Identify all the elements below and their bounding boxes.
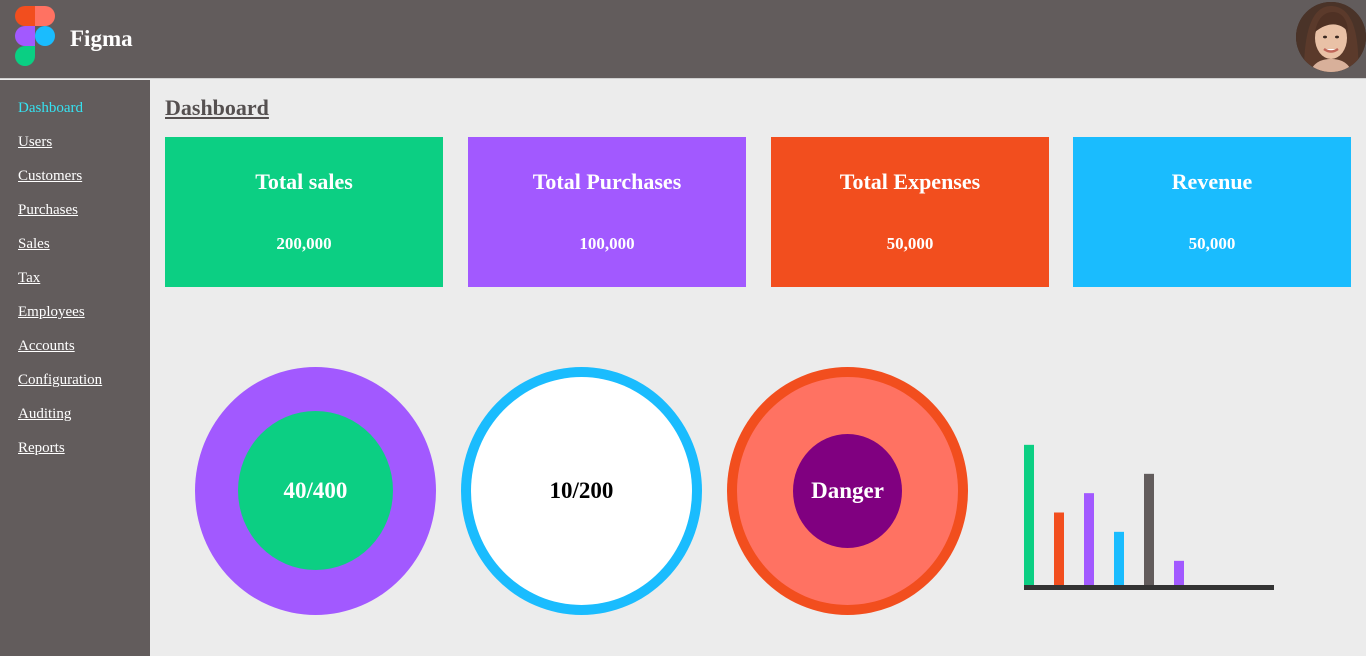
card-value: 200,000 <box>276 234 332 253</box>
brand-name: Figma <box>70 26 133 51</box>
gauge-sales-progress: 40/400 <box>195 367 436 615</box>
card-value: 50,000 <box>886 234 934 253</box>
card-title: Revenue <box>1171 169 1253 194</box>
card-revenue: Revenue 50,000 <box>1073 137 1351 287</box>
sidebar-item-reports[interactable]: Reports <box>18 440 65 457</box>
sidebar-item-sales[interactable]: Sales <box>18 236 50 253</box>
sidebar: Dashboard Users Customers Purchases Sale… <box>0 80 150 656</box>
bar-1 <box>1024 444 1034 585</box>
card-total-sales: Total sales 200,000 <box>165 137 443 287</box>
page-title: Dashboard <box>165 95 269 120</box>
card-value: 50,000 <box>1188 234 1236 253</box>
sidebar-item-dashboard[interactable]: Dashboard <box>18 100 83 117</box>
card-title: Total sales <box>255 169 353 194</box>
gauge-count: 10/200 <box>461 367 702 615</box>
gauge-label: Danger <box>793 434 902 548</box>
user-avatar[interactable] <box>1296 2 1366 72</box>
card-title: Total Expenses <box>839 169 981 194</box>
bar-5 <box>1144 473 1154 585</box>
bar-4 <box>1114 531 1124 585</box>
sidebar-item-purchases[interactable]: Purchases <box>18 202 78 219</box>
bar-3 <box>1084 493 1094 585</box>
sidebar-item-tax[interactable]: Tax <box>18 270 40 287</box>
sidebar-item-configuration[interactable]: Configuration <box>18 372 102 389</box>
card-total-purchases: Total Purchases 100,000 <box>468 137 746 287</box>
figma-logo-icon[interactable] <box>15 6 55 66</box>
gauge-label: 40/400 <box>238 411 393 570</box>
sidebar-item-users[interactable]: Users <box>18 134 52 151</box>
x-axis-line <box>1024 585 1274 590</box>
bar-chart <box>1024 444 1274 590</box>
card-value: 100,000 <box>579 234 635 253</box>
sidebar-item-employees[interactable]: Employees <box>18 304 85 321</box>
card-total-expenses: Total Expenses 50,000 <box>771 137 1049 287</box>
app-header: Figma <box>0 0 1366 79</box>
sidebar-item-auditing[interactable]: Auditing <box>18 406 71 423</box>
gauge-label: 10/200 <box>471 377 692 605</box>
sidebar-item-customers[interactable]: Customers <box>18 168 82 185</box>
card-title: Total Purchases <box>532 169 682 194</box>
bar-2 <box>1054 512 1064 585</box>
sidebar-item-accounts[interactable]: Accounts <box>18 338 75 355</box>
gauge-fill: Danger <box>737 377 958 605</box>
bar-6 <box>1174 560 1184 585</box>
gauge-danger: Danger <box>727 367 968 615</box>
